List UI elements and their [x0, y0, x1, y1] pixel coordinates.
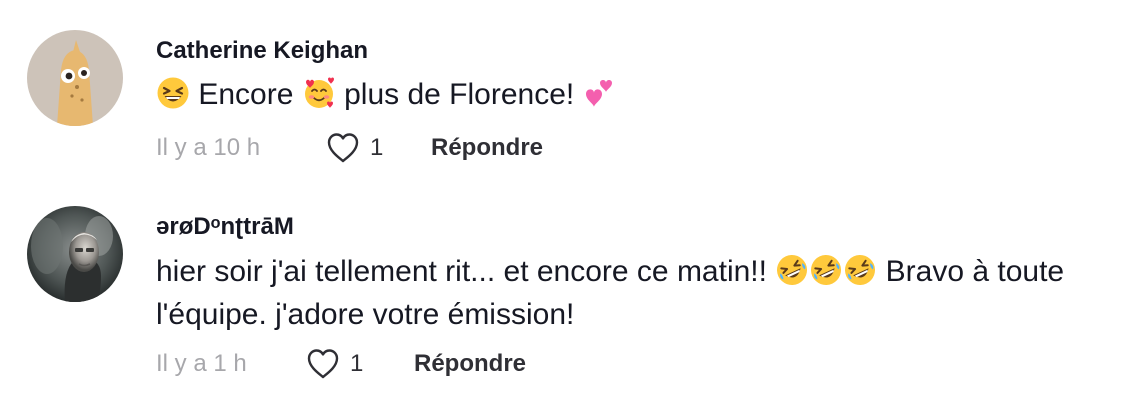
smiling-face-with-hearts-emoji	[302, 76, 336, 110]
photo-portrait-avatar	[27, 206, 123, 302]
comment-text-part: hier soir j'ai tellement rit... et encor…	[156, 255, 767, 288]
avatar[interactable]	[27, 30, 123, 126]
grinning-squinting-face-emoji	[156, 76, 190, 110]
timestamp: Il y a 1 h	[156, 350, 247, 377]
two-hearts-emoji	[583, 76, 617, 110]
comment-text: hier soir j'ai tellement rit... et encor…	[156, 250, 1106, 336]
cartoon-creature-avatar	[27, 30, 123, 126]
comment-item: ərøDᵒnʈtrāM hier soir j'ai tellement rit…	[0, 190, 1128, 400]
rolling-on-floor-laughing-emoji	[809, 253, 843, 287]
comment-text: Encore plus de Florence!	[156, 73, 1106, 116]
reply-button[interactable]: Répondre	[431, 131, 543, 165]
heart-outline-icon[interactable]	[306, 348, 340, 380]
timestamp: Il y a 10 h	[156, 134, 261, 161]
rolling-on-floor-laughing-emoji	[843, 253, 877, 287]
avatar[interactable]	[27, 206, 123, 302]
reply-button[interactable]: Répondre	[414, 347, 526, 381]
username[interactable]: ərøDᵒnʈtrāM	[156, 212, 294, 242]
like-count: 1	[370, 134, 384, 161]
username[interactable]: Catherine Keighan	[156, 36, 368, 66]
like-count: 1	[350, 350, 364, 377]
heart-outline-icon[interactable]	[326, 132, 360, 164]
rolling-on-floor-laughing-emoji	[775, 253, 809, 287]
comment-text-part: Encore	[198, 78, 294, 111]
comment-text-part: plus de Florence!	[344, 78, 575, 111]
comment-item: Catherine Keighan Encore plus de Florenc…	[0, 0, 1128, 190]
